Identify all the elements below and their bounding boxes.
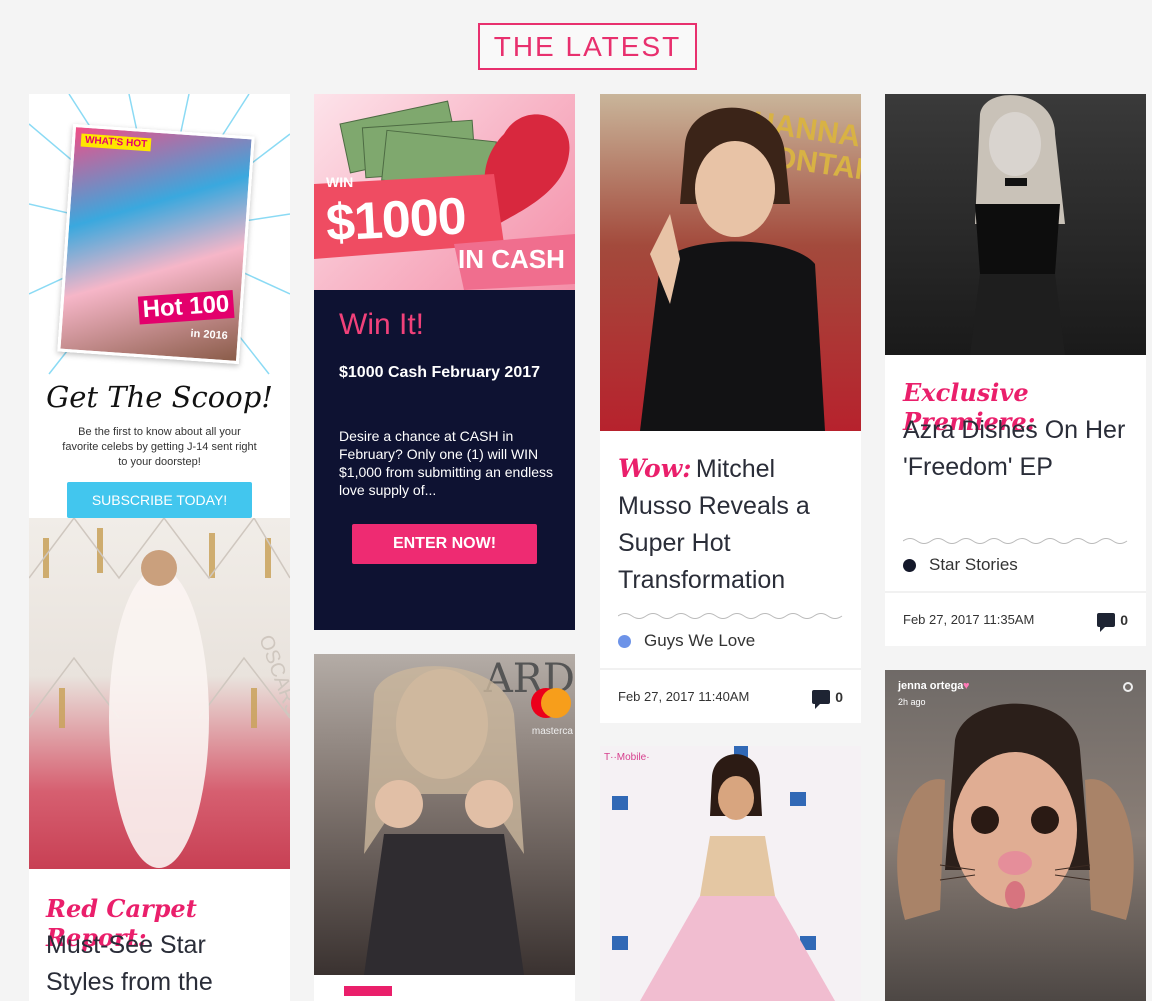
magazine-heading: Get The Scoop! [46, 380, 273, 414]
category-label: Guys We Love [644, 631, 756, 650]
article-category[interactable]: Star Stories [903, 555, 1018, 575]
section-title: THE LATEST [478, 23, 697, 70]
oscar-statue-pattern: OSCARS [29, 518, 290, 868]
article-image: HANNAH MONTANA [600, 94, 861, 431]
contest-win-tag: WIN [326, 174, 354, 190]
article-image [885, 94, 1146, 355]
magazine-cover-image: WHAT'S HOT Hot 100 in 2016 [57, 123, 255, 365]
snap-timer-icon [1123, 682, 1133, 692]
contest-image: WIN $1000 IN CASH [314, 94, 575, 290]
contest-cash-tag: IN CASH [458, 244, 565, 274]
heart-icon: ♥ [963, 680, 970, 692]
magazine-banner: WHAT'S HOT [80, 133, 152, 152]
article-title[interactable]: Must-See Star Styles from the [46, 927, 276, 1001]
contest-description: Desire a chance at CASH in February? Onl… [339, 428, 554, 498]
article-card-red-carpet[interactable]: OSCARS Red Carpet Report: Must-See Star … [29, 518, 290, 1001]
contest-card[interactable]: WIN $1000 IN CASH Win It! $1000 Cash Feb… [314, 94, 575, 630]
article-card-mitchel-musso[interactable]: HANNAH MONTANA Wow: Mitchel Musso Reveal… [600, 94, 861, 723]
wave-divider [618, 613, 843, 619]
magazine-description: Be the first to know about all your favo… [62, 426, 257, 468]
article-title-block[interactable]: Wow: Mitchel Musso Reveals a Super Hot T… [618, 450, 848, 599]
category-dot [903, 558, 916, 572]
article-kicker-partial [344, 986, 504, 996]
article-date: Feb 27, 2017 11:40AM [618, 689, 750, 704]
contest-heading: Win It! [339, 308, 425, 341]
article-card-snapchat[interactable]: jenna ortega ♥ 2h ago [885, 670, 1146, 1001]
magazine-cover-year: in 2016 [190, 327, 229, 343]
comment-count-value: 0 [835, 688, 843, 705]
article-card-photo[interactable]: ARD masterca [314, 654, 575, 1001]
article-title[interactable]: Azra Dishes On Her 'Freedom' EP [903, 412, 1128, 486]
subscribe-button[interactable]: SUBSCRIBE TODAY! [67, 482, 252, 518]
person-silhouette [364, 666, 524, 975]
contest-amount: $1000 [324, 187, 468, 253]
person-silhouette [897, 703, 1134, 920]
article-image: OSCARS [29, 518, 290, 869]
oscars-backdrop-text: OSCARS [254, 632, 290, 719]
comment-icon [812, 689, 831, 709]
article-image: T··Mobile· [600, 746, 861, 1001]
magazine-subscribe-card[interactable]: WHAT'S HOT Hot 100 in 2016 Get The Scoop… [29, 94, 290, 518]
article-card-azra[interactable]: Exclusive Premiere: Azra Dishes On Her '… [885, 94, 1146, 646]
contest-subheading: $1000 Cash February 2017 [339, 364, 541, 381]
person-silhouette [612, 746, 835, 1001]
enter-now-button[interactable]: ENTER NOW! [352, 524, 537, 564]
category-dot [618, 634, 631, 648]
article-footer: Feb 27, 2017 11:40AM 0 [600, 668, 861, 723]
wave-divider [903, 538, 1128, 544]
category-label: Star Stories [929, 555, 1018, 574]
article-kicker: Wow: [618, 454, 692, 483]
comment-icon [1097, 612, 1116, 632]
snap-username: jenna ortega [898, 680, 964, 692]
article-image: jenna ortega ♥ 2h ago [885, 670, 1146, 1001]
magazine-cover-headline: Hot 100 [138, 289, 235, 325]
snap-time: 2h ago [898, 697, 926, 707]
article-card-photo-gown[interactable]: T··Mobile· [600, 746, 861, 1001]
article-date: Feb 27, 2017 11:35AM [903, 612, 1035, 627]
person-silhouette [970, 95, 1065, 355]
person-silhouette [640, 107, 825, 431]
article-image: ARD masterca [314, 654, 575, 975]
comment-count-value: 0 [1120, 611, 1128, 628]
comment-count[interactable]: 0 [1097, 611, 1128, 632]
article-category[interactable]: Guys We Love [618, 631, 755, 651]
article-footer: Feb 27, 2017 11:35AM 0 [885, 591, 1146, 646]
comment-count[interactable]: 0 [812, 688, 843, 709]
